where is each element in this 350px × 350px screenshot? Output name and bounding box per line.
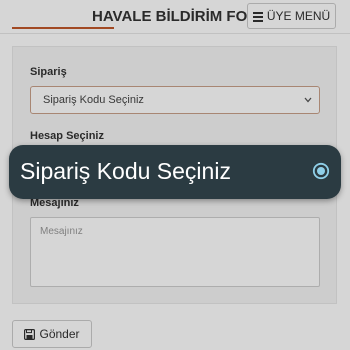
radio-selected-icon[interactable] — [312, 162, 330, 180]
select-option[interactable]: Sipariş Kodu Seçiniz — [9, 145, 341, 199]
option-label: Sipariş Kodu Seçiniz — [20, 158, 231, 184]
